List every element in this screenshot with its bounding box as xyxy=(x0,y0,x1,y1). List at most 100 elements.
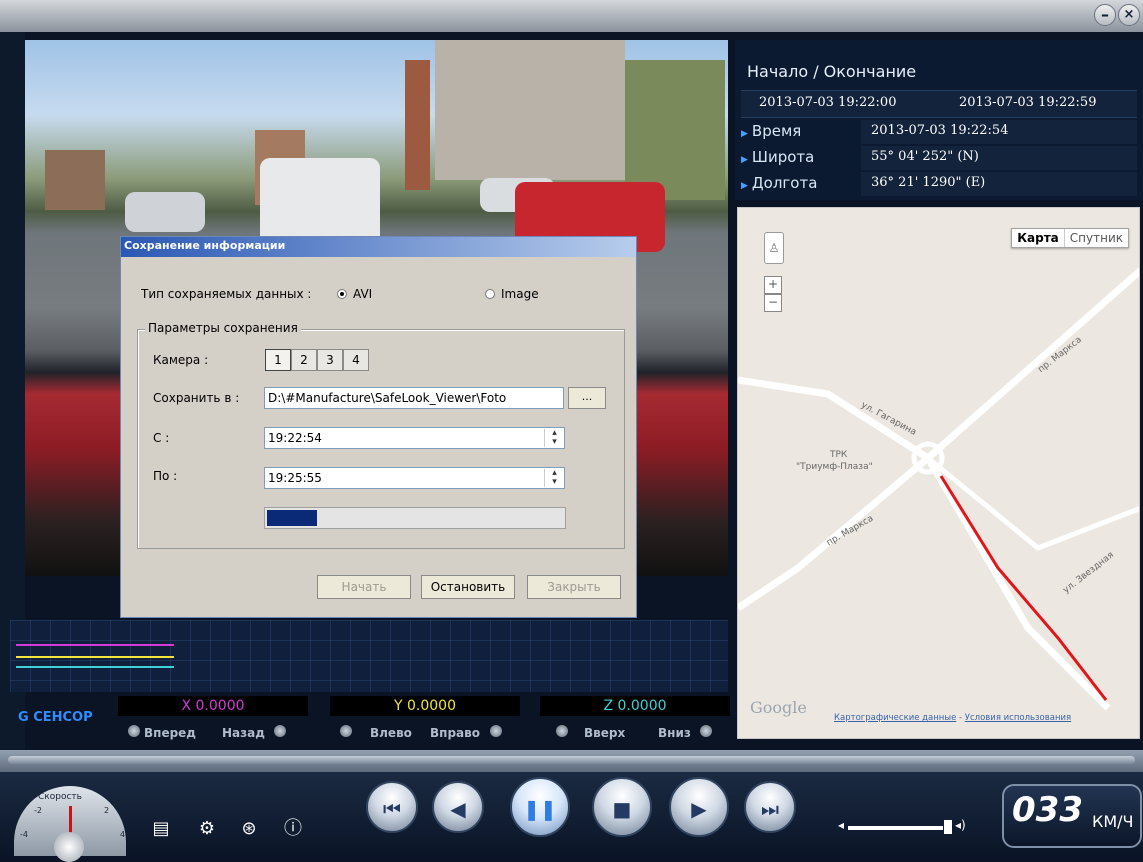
dial-mark: 2 xyxy=(104,806,110,815)
y-axis-box: Y 0.0000 Влево Вправо xyxy=(330,696,520,748)
arrow-icon: ▶ xyxy=(741,155,748,165)
right-label: Вправо xyxy=(430,726,480,740)
to-label: По : xyxy=(153,469,178,483)
radio-image[interactable] xyxy=(485,289,495,299)
latitude-value: 55° 04' 252" (N) xyxy=(861,146,1137,170)
dial-mark: -4 xyxy=(20,830,28,839)
y-trace xyxy=(16,656,174,658)
from-time-field[interactable]: 19:22:54 xyxy=(264,427,565,449)
map-type-satellite[interactable]: Спутник xyxy=(1063,229,1128,247)
minimize-button[interactable]: – xyxy=(1094,4,1116,26)
x-trace xyxy=(16,644,174,646)
save-path-field[interactable]: D:\#Manufacture\SafeLook_Viewer\Foto xyxy=(264,387,564,409)
print-icon[interactable]: ▤ xyxy=(150,818,172,840)
stop-button[interactable]: ■ xyxy=(592,777,652,837)
range-start: 2013-07-03 19:22:00 xyxy=(759,95,897,110)
radio-image-label[interactable]: Image xyxy=(501,287,539,301)
trees xyxy=(625,60,725,200)
window-title-bar xyxy=(0,0,1143,32)
camera-label: Камера : xyxy=(153,353,209,367)
close-button[interactable]: × xyxy=(1118,4,1140,26)
map[interactable]: Карта Спутник ♙ + − пр. Маркса ул. Гагар… xyxy=(737,207,1140,739)
progress-fill xyxy=(267,510,317,526)
zoom-out-button[interactable]: − xyxy=(764,294,782,312)
group-title: Параметры сохранения xyxy=(145,321,301,335)
from-spin-buttons[interactable]: ▴ ▾ xyxy=(544,429,564,447)
car xyxy=(125,192,205,232)
y-value: Y 0.0000 xyxy=(330,696,520,716)
z-trace xyxy=(16,666,174,668)
radio-avi[interactable] xyxy=(337,289,347,299)
start-button[interactable]: Начать xyxy=(317,575,411,599)
skip-forward-icon: ⏭ xyxy=(761,797,779,821)
dialog-title-bar: Сохранение информации xyxy=(121,237,636,257)
car xyxy=(260,158,380,248)
x-value: X 0.0000 xyxy=(118,696,308,716)
camera-4-button[interactable]: 4 xyxy=(343,349,369,371)
range-row: 2013-07-03 19:22:00 2013-07-03 19:22:59 xyxy=(741,90,1137,118)
control-panel xyxy=(0,772,1143,859)
map-label: ТРК xyxy=(830,450,848,460)
building xyxy=(435,40,625,180)
range-end: 2013-07-03 19:22:59 xyxy=(959,95,1097,110)
dial-mark: 4 xyxy=(120,830,126,839)
latitude-label: ▶ Широта xyxy=(741,148,815,166)
time-label: ▶ Время xyxy=(741,122,802,140)
radio-avi-label[interactable]: AVI xyxy=(353,287,372,301)
speed-unit: КМ/Ч xyxy=(1092,812,1134,831)
map-type-map[interactable]: Карта xyxy=(1012,229,1064,247)
longitude-value: 36° 21' 1290" (E) xyxy=(861,172,1137,196)
timeline-slider[interactable] xyxy=(8,756,1135,764)
up-led xyxy=(556,725,568,737)
map-label: "Триумф-Плаза" xyxy=(796,462,873,472)
pause-button[interactable]: ❚❚ xyxy=(510,777,570,837)
to-time-field[interactable]: 19:25:55 xyxy=(264,467,565,489)
backward-label: Назад xyxy=(222,726,265,740)
info-panel: Начало / Окончание 2013-07-03 19:22:00 2… xyxy=(735,40,1143,200)
to-spin-buttons[interactable]: ▴ ▾ xyxy=(544,469,564,487)
terms-link[interactable]: Условия использования xyxy=(965,713,1071,723)
volume-down-icon[interactable]: ◂ xyxy=(838,818,844,832)
z-axis-box: Z 0.0000 Вверх Вниз xyxy=(540,696,730,748)
film-reel-icon[interactable]: ⊛ xyxy=(238,818,260,840)
save-to-label: Сохранить в : xyxy=(153,391,240,405)
play-icon: ▶ xyxy=(691,797,707,821)
gear-icon[interactable]: ⚙ xyxy=(196,818,218,840)
camera-3-button[interactable]: 3 xyxy=(317,349,343,371)
gsensor-label: G СЕНСОР xyxy=(18,710,93,725)
map-attribution: Картографические данные - Условия исполь… xyxy=(834,713,1072,723)
x-axis-box: X 0.0000 Вперед Назад xyxy=(118,696,308,748)
left-label: Влево xyxy=(370,726,412,740)
skip-back-button[interactable]: ⏮ xyxy=(366,781,418,833)
backward-led xyxy=(274,725,286,737)
camera-2-button[interactable]: 2 xyxy=(291,349,317,371)
volume-knob[interactable] xyxy=(944,820,952,834)
pegman-icon[interactable]: ♙ xyxy=(764,232,784,264)
close-dialog-button[interactable]: Закрыть xyxy=(527,575,621,599)
info-icon[interactable]: ⓘ xyxy=(282,818,304,840)
skip-forward-button[interactable]: ⏭ xyxy=(744,781,796,833)
step-back-icon: ◀ xyxy=(450,797,466,821)
volume-slider[interactable] xyxy=(848,826,943,830)
play-button[interactable]: ▶ xyxy=(669,777,729,837)
speed-value: 033 xyxy=(1012,790,1083,830)
browse-button[interactable]: ... xyxy=(568,387,606,409)
zoom-in-button[interactable]: + xyxy=(764,276,782,294)
from-label: С : xyxy=(153,431,170,445)
down-led xyxy=(700,725,712,737)
dialog-title: Сохранение информации xyxy=(124,239,286,252)
map-type-switch: Карта Спутник xyxy=(1011,228,1129,248)
up-label: Вверх xyxy=(584,726,626,740)
camera-1-button[interactable]: 1 xyxy=(265,349,291,371)
range-title: Начало / Окончание xyxy=(747,62,917,81)
skip-back-icon: ⏮ xyxy=(383,797,401,821)
dial-mark: -2 xyxy=(34,806,42,815)
speaker-icon[interactable]: ◂) xyxy=(955,818,966,832)
save-progress-bar xyxy=(264,507,566,529)
map-data-link[interactable]: Картографические данные xyxy=(834,713,956,723)
arrow-icon: ▶ xyxy=(741,181,748,191)
stop-save-button[interactable]: Остановить xyxy=(421,575,515,599)
step-back-button[interactable]: ◀ xyxy=(432,781,484,833)
forward-led xyxy=(128,725,140,737)
speed-dial-label: Скорость xyxy=(38,792,82,802)
